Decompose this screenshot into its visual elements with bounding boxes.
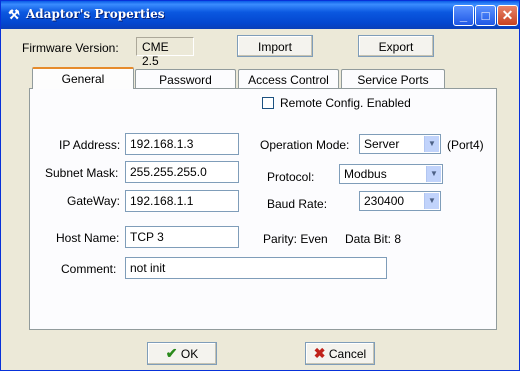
export-button[interactable]: Export [358, 35, 434, 57]
parity-text: Parity: Even [263, 232, 328, 246]
comment-field[interactable]: not init [125, 257, 387, 279]
chevron-down-icon: ▼ [426, 166, 441, 182]
comment-label: Comment: [61, 262, 117, 276]
firmware-version-label: Firmware Version: [22, 41, 119, 55]
tab-access-control[interactable]: Access Control [238, 69, 339, 88]
protocol-label: Protocol: [267, 170, 315, 184]
tab-service-ports-label: Service Ports [357, 73, 429, 87]
baud-rate-select[interactable]: 230400 ▼ [359, 191, 441, 211]
window-title: Adaptor's Properties [26, 7, 165, 21]
gateway-field[interactable]: 192.168.1.1 [125, 190, 239, 212]
ok-label: OK [180, 347, 199, 361]
properties-dialog: ⚒ Adaptor's Properties _ □ ✕ Firmware Ve… [0, 0, 520, 371]
tab-general[interactable]: General [32, 67, 134, 89]
remote-config-checkbox[interactable] [262, 97, 274, 109]
tab-general-label: General [61, 72, 105, 86]
close-button[interactable]: ✕ [497, 5, 518, 26]
tab-password-label: Password [159, 73, 212, 87]
firmware-version-value: CME 2.5 [136, 37, 194, 68]
operation-mode-label: Operation Mode: [260, 138, 350, 152]
chevron-down-icon: ▼ [424, 193, 439, 209]
close-icon: ✕ [501, 7, 514, 23]
subnet-mask-label: Subnet Mask: [45, 166, 119, 180]
chevron-down-icon: ▼ [424, 136, 439, 152]
host-name-field[interactable]: TCP 3 [125, 226, 239, 248]
maximize-button[interactable]: □ [475, 5, 496, 26]
checkmark-icon: ✔ [165, 345, 178, 361]
gateway-label: GateWay: [67, 194, 120, 208]
protocol-select[interactable]: Modbus ▼ [339, 164, 443, 184]
minimize-button[interactable]: _ [453, 5, 474, 26]
subnet-mask-field[interactable]: 255.255.255.0 [125, 161, 239, 183]
operation-mode-select[interactable]: Server ▼ [359, 134, 441, 154]
cancel-label: Cancel [328, 347, 367, 361]
protocol-value: Modbus [344, 167, 387, 181]
cancel-x-icon: ✖ [313, 345, 326, 361]
ok-button[interactable]: ✔ OK [147, 342, 217, 365]
operation-mode-port: (Port4) [447, 138, 484, 152]
title-bar[interactable]: ⚒ Adaptor's Properties _ □ ✕ [1, 1, 519, 29]
data-bit-text: Data Bit: 8 [345, 232, 402, 246]
operation-mode-value: Server [364, 137, 400, 151]
import-button[interactable]: Import [237, 35, 313, 57]
tab-service-ports[interactable]: Service Ports [341, 69, 445, 88]
tab-access-control-label: Access Control [248, 73, 329, 87]
maximize-icon: □ [481, 8, 490, 23]
remote-config-label: Remote Config. Enabled [280, 96, 411, 110]
ip-address-label: IP Address: [59, 138, 121, 152]
tab-password[interactable]: Password [135, 69, 236, 88]
host-name-label: Host Name: [56, 231, 120, 245]
minimize-icon: _ [459, 8, 468, 23]
ip-address-field[interactable]: 192.168.1.3 [125, 133, 239, 155]
cancel-button[interactable]: ✖ Cancel [305, 342, 375, 365]
adaptor-app-icon: ⚒ [8, 7, 20, 22]
baud-rate-label: Baud Rate: [267, 197, 328, 211]
baud-rate-value: 230400 [364, 194, 405, 208]
